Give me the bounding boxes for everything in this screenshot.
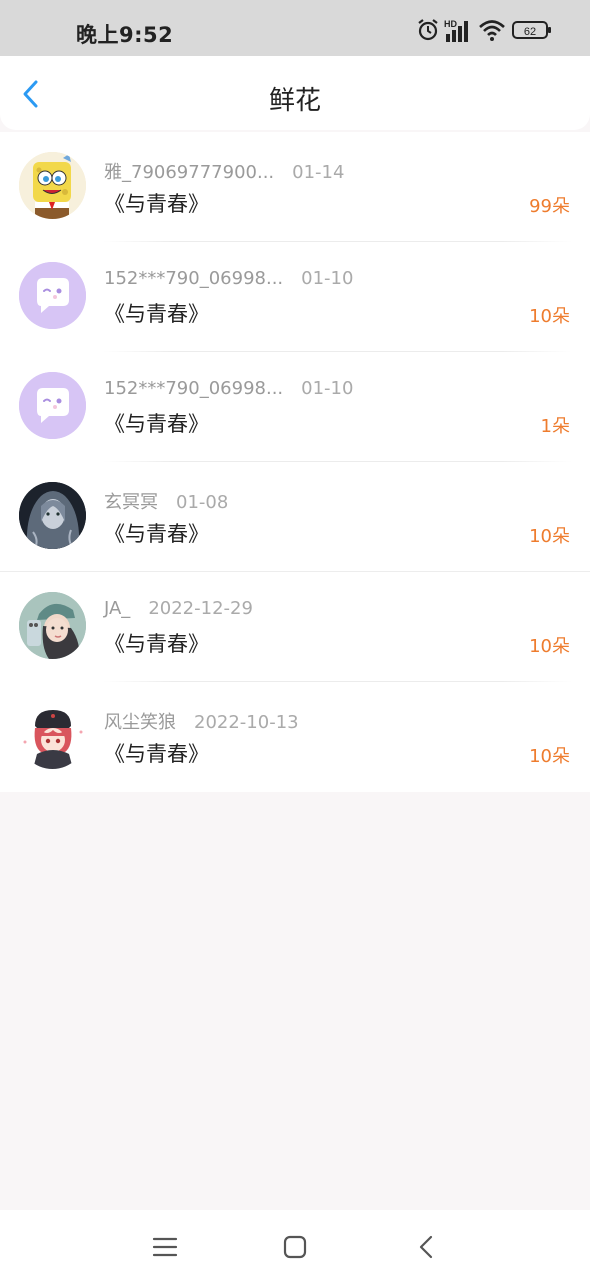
sender-name: 152***790_06998... [104, 268, 284, 289]
record-meta: 玄冥冥 01-08 [104, 488, 228, 514]
sender-name: 风尘笑狼 [104, 712, 176, 733]
sender-name: 玄冥冥 [104, 492, 158, 513]
list-item[interactable]: 152***790_06998... 01-10 《与青春》 1朵 [0, 352, 590, 462]
flower-count: 10朵 [529, 746, 570, 767]
record-date: 01-14 [292, 162, 345, 183]
back-icon [419, 1235, 433, 1259]
list-item[interactable]: 152***790_06998... 01-10 《与青春》 10朵 [0, 242, 590, 352]
menu-icon [152, 1237, 178, 1257]
default-chat-avatar [19, 262, 86, 329]
default-chat-avatar [19, 372, 86, 439]
book-title: 《与青春》 [104, 192, 209, 216]
sender-name: JA_ [104, 598, 131, 619]
app-header: 鲜花 [0, 56, 590, 130]
avatar[interactable] [19, 372, 86, 439]
flower-count: 1朵 [540, 416, 570, 437]
home-button[interactable] [280, 1232, 310, 1262]
avatar[interactable] [19, 482, 86, 549]
menu-button[interactable] [150, 1232, 180, 1262]
status-icons: HD 62 [416, 18, 556, 48]
status-time: 晚上9:52 [76, 23, 174, 47]
page-title: 鲜花 [268, 86, 321, 116]
nav-back-button[interactable] [412, 1232, 442, 1262]
flower-count: 10朵 [529, 306, 570, 327]
battery-icon: 62 [512, 20, 552, 44]
flower-count: 10朵 [529, 636, 570, 657]
record-meta: 雅_79069777900... 01-14 [104, 158, 344, 184]
record-meta: 152***790_06998... 01-10 [104, 378, 353, 399]
book-title: 《与青春》 [104, 742, 209, 766]
list-item[interactable]: 雅_79069777900... 01-14 《与青春》 99朵 [0, 132, 590, 242]
list-item[interactable]: 玄冥冥 01-08 《与青春》 10朵 [0, 462, 590, 572]
record-meta: 152***790_06998... 01-10 [104, 268, 353, 289]
record-date: 2022-10-13 [194, 712, 299, 733]
sender-name: 雅_79069777900... [104, 162, 275, 183]
avatar[interactable] [19, 152, 86, 219]
spongebob-avatar [19, 152, 86, 219]
record-meta: 风尘笑狼 2022-10-13 [104, 708, 299, 734]
dark-portrait-avatar [19, 482, 86, 549]
alarm-icon [416, 18, 440, 46]
record-date: 01-10 [301, 378, 354, 399]
flower-record-list: 雅_79069777900... 01-14 《与青春》 99朵 152***79… [0, 132, 590, 792]
record-date: 01-08 [176, 492, 229, 513]
avatar[interactable] [19, 592, 86, 659]
sender-name: 152***790_06998... [104, 378, 284, 399]
book-title: 《与青春》 [104, 522, 209, 546]
record-date: 01-10 [301, 268, 354, 289]
signal-icon: HD [444, 18, 472, 48]
book-title: 《与青春》 [104, 632, 209, 656]
record-date: 2022-12-29 [148, 598, 253, 619]
selfie-photo-avatar [19, 592, 86, 659]
list-item[interactable]: 风尘笑狼 2022-10-13 《与青春》 10朵 [0, 682, 590, 792]
avatar[interactable] [19, 262, 86, 329]
book-title: 《与青春》 [104, 412, 209, 436]
status-bar: 晚上9:52 HD 62 [0, 0, 590, 56]
book-title: 《与青春》 [104, 302, 209, 326]
flower-count: 99朵 [529, 196, 570, 217]
record-meta: JA_ 2022-12-29 [104, 598, 253, 619]
list-item[interactable]: JA_ 2022-12-29 《与青春》 10朵 [0, 572, 590, 682]
network-label: HD [444, 19, 457, 29]
flower-count: 10朵 [529, 526, 570, 547]
avatar[interactable] [19, 702, 86, 769]
screen: 晚上9:52 HD 62 鲜花 雅_79069777900... 01-14 《… [0, 0, 590, 1280]
system-nav-bar [0, 1210, 590, 1280]
home-icon [283, 1235, 307, 1259]
wifi-icon [478, 18, 506, 46]
anime-boy-avatar [19, 702, 86, 769]
battery-level: 62 [524, 26, 536, 38]
